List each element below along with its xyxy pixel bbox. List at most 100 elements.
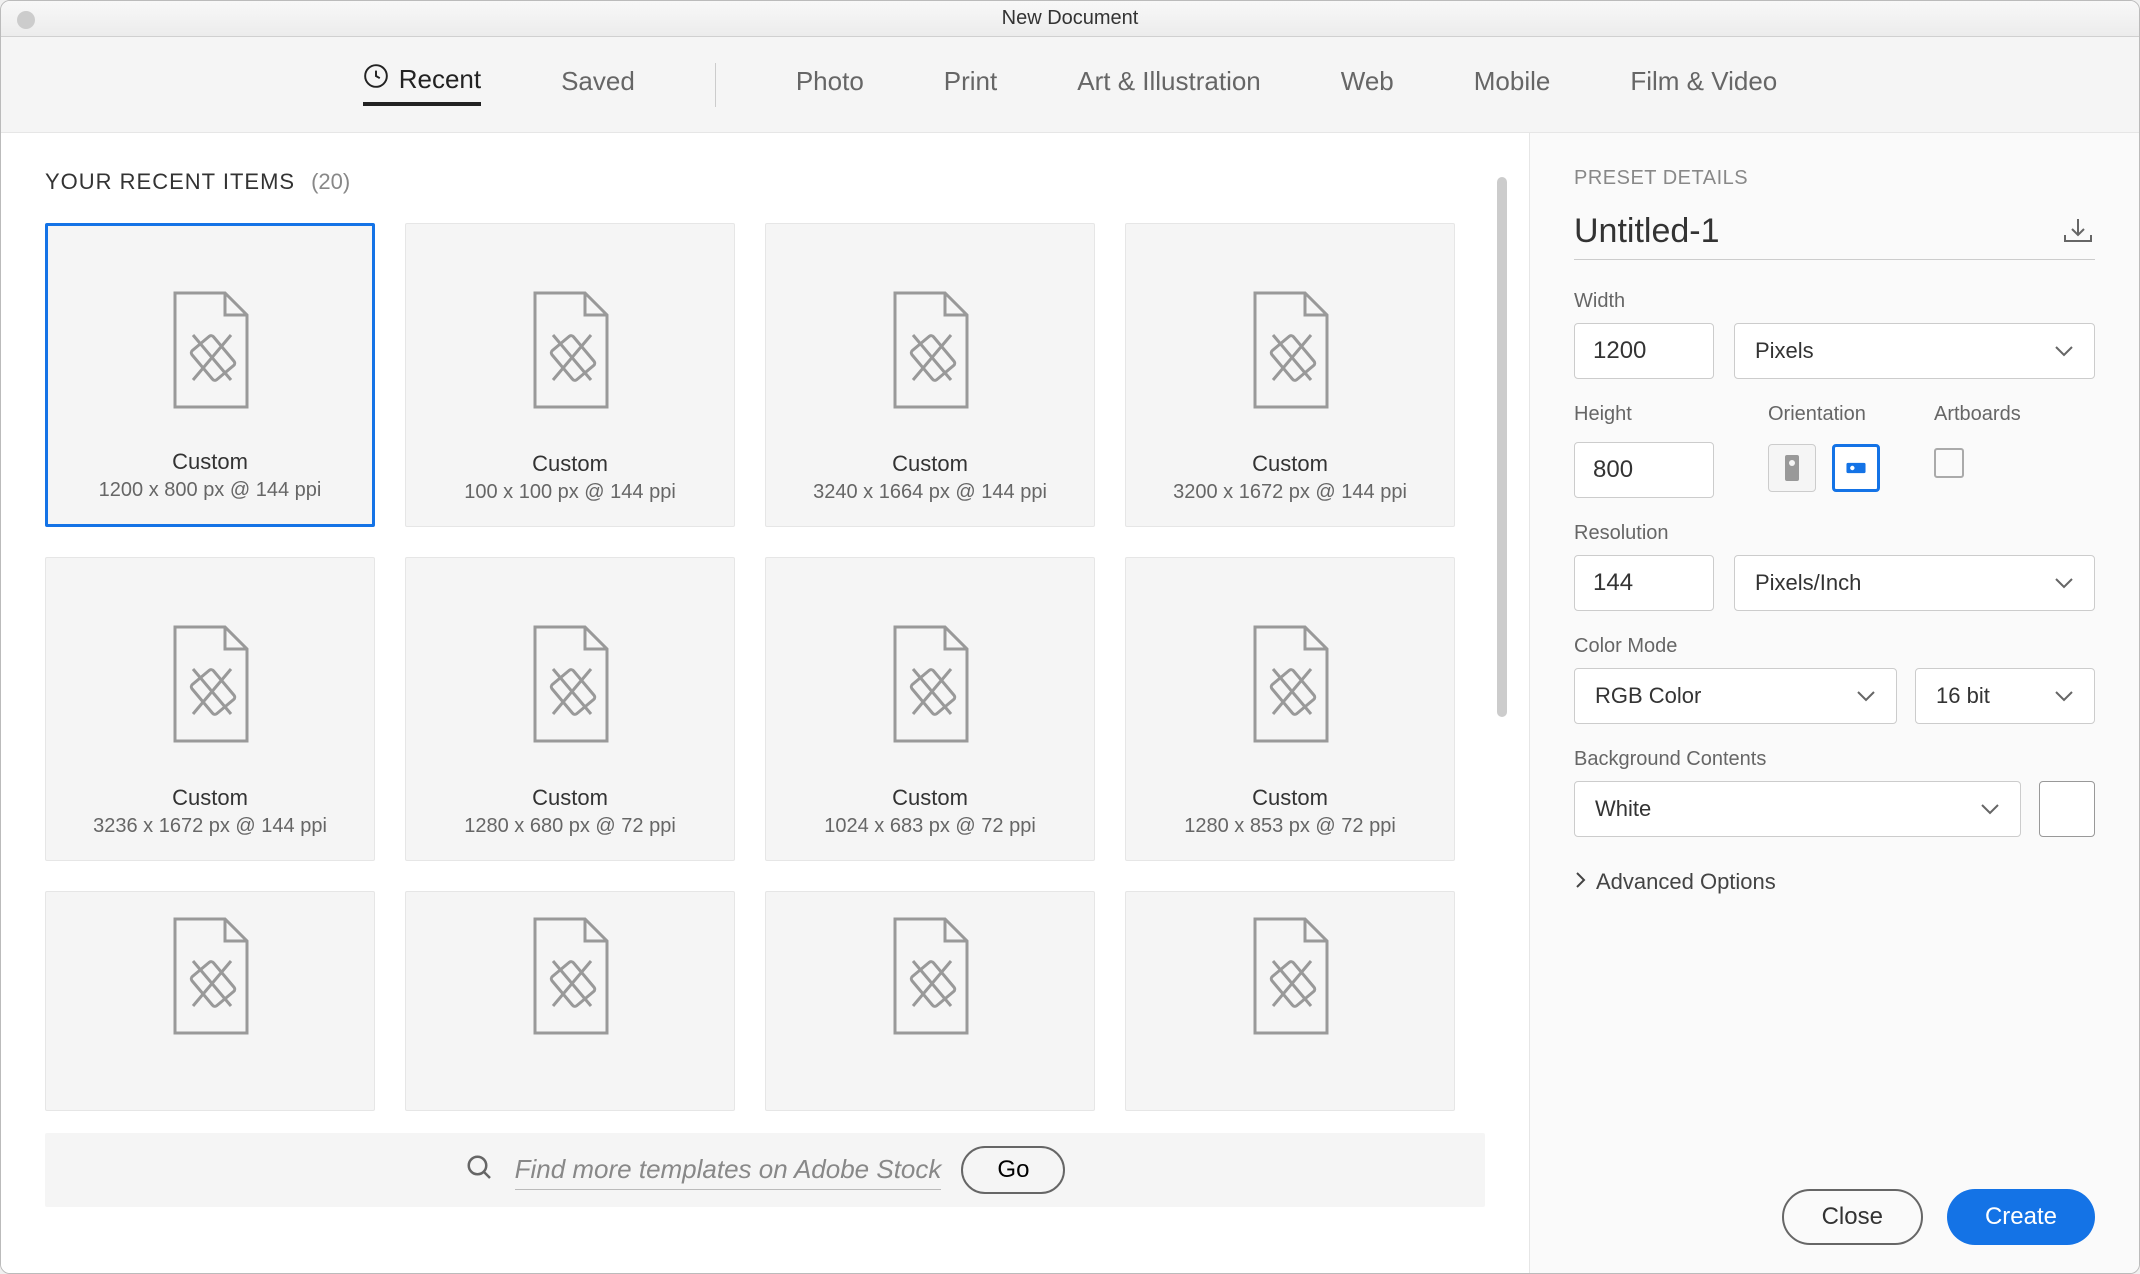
preset-tile[interactable]: Custom 3240 x 1664 px @ 144 ppi: [765, 223, 1095, 527]
preset-name: Custom: [766, 451, 1094, 477]
tab-saved[interactable]: Saved: [561, 66, 635, 103]
chevron-down-icon: [1980, 796, 2000, 822]
advanced-options-label: Advanced Options: [1596, 869, 1776, 895]
tab-print-label: Print: [944, 66, 997, 97]
preset-browser: YOUR RECENT ITEMS (20) Custom 1200 x 800…: [1, 133, 1529, 1273]
preset-grid: Custom 1200 x 800 px @ 144 ppi Custom 10…: [45, 223, 1485, 1111]
preset-tile[interactable]: Custom 3236 x 1672 px @ 144 ppi: [45, 557, 375, 861]
preset-name: Custom: [48, 449, 372, 475]
chevron-right-icon: [1574, 869, 1586, 895]
color-mode-label: Color Mode: [1574, 635, 2095, 658]
preset-tile[interactable]: Custom 100 x 100 px @ 144 ppi: [405, 223, 735, 527]
tab-art-illustration[interactable]: Art & Illustration: [1077, 66, 1261, 103]
color-mode-value: RGB Color: [1595, 683, 1701, 709]
tab-photo-label: Photo: [796, 66, 864, 97]
go-button[interactable]: Go: [961, 1146, 1065, 1194]
recent-items-count: (20): [311, 169, 350, 195]
tab-web[interactable]: Web: [1341, 66, 1394, 103]
preset-tile[interactable]: Custom 3200 x 1672 px @ 144 ppi: [1125, 223, 1455, 527]
preset-tile[interactable]: Custom: [765, 891, 1095, 1111]
document-icon: [515, 619, 625, 754]
window-controls[interactable]: [17, 11, 35, 29]
width-input[interactable]: 1200: [1574, 323, 1714, 379]
height-label: Height: [1574, 403, 1714, 426]
save-preset-icon[interactable]: [2061, 215, 2095, 248]
preset-tile[interactable]: Custom: [405, 891, 735, 1111]
color-mode-select[interactable]: RGB Color: [1574, 668, 1897, 724]
width-label: Width: [1574, 290, 2095, 313]
chevron-down-icon: [2054, 570, 2074, 596]
resolution-label: Resolution: [1574, 522, 2095, 545]
preset-tile[interactable]: Custom: [1125, 891, 1455, 1111]
category-tabs: Recent Saved Photo Print Art & Illustrat…: [1, 37, 2139, 133]
color-depth-select[interactable]: 16 bit: [1915, 668, 2095, 724]
document-icon: [155, 619, 265, 754]
resolution-input[interactable]: 144: [1574, 555, 1714, 611]
preset-tile[interactable]: Custom: [45, 891, 375, 1111]
tab-recent-label: Recent: [399, 64, 481, 95]
orientation-portrait-button[interactable]: [1768, 444, 1816, 492]
orientation-label: Orientation: [1768, 403, 1880, 426]
tab-filmvideo-label: Film & Video: [1630, 66, 1777, 97]
document-icon: [515, 285, 625, 420]
orientation-landscape-button[interactable]: [1832, 444, 1880, 492]
advanced-options-toggle[interactable]: Advanced Options: [1574, 869, 2095, 895]
tab-recent[interactable]: Recent: [363, 63, 481, 106]
search-icon: [465, 1153, 495, 1188]
new-document-window: New Document Recent Saved Photo Print Ar…: [0, 0, 2140, 1274]
recent-icon: [363, 63, 389, 96]
width-unit-select[interactable]: Pixels: [1734, 323, 2095, 379]
recent-items-title: YOUR RECENT ITEMS: [45, 169, 295, 195]
close-button[interactable]: Close: [1782, 1189, 1923, 1245]
background-color-swatch[interactable]: [2039, 781, 2095, 837]
preset-dimensions: 1280 x 853 px @ 72 ppi: [1126, 815, 1454, 838]
color-depth-value: 16 bit: [1936, 683, 1990, 709]
create-button[interactable]: Create: [1947, 1189, 2095, 1245]
height-input[interactable]: 800: [1574, 442, 1714, 498]
artboards-checkbox[interactable]: [1934, 448, 1964, 478]
preset-name: Custom: [766, 785, 1094, 811]
document-icon: [1235, 619, 1345, 754]
preset-name: Custom: [46, 785, 374, 811]
document-icon: [875, 619, 985, 754]
document-icon: [155, 911, 265, 1046]
chevron-down-icon: [1856, 683, 1876, 709]
document-icon: [1235, 911, 1345, 1046]
document-icon: [875, 285, 985, 420]
preset-tile[interactable]: Custom 1024 x 683 px @ 72 ppi: [765, 557, 1095, 861]
tab-print[interactable]: Print: [944, 66, 997, 103]
preset-dimensions: 3236 x 1672 px @ 144 ppi: [46, 815, 374, 838]
close-window-dot[interactable]: [17, 11, 35, 29]
chevron-down-icon: [2054, 683, 2074, 709]
stock-search-bar: Find more templates on Adobe Stock Go: [45, 1133, 1485, 1207]
tab-film-video[interactable]: Film & Video: [1630, 66, 1777, 103]
resolution-unit-select[interactable]: Pixels/Inch: [1734, 555, 2095, 611]
preset-name: Custom: [406, 451, 734, 477]
width-unit-value: Pixels: [1755, 338, 1814, 364]
background-contents-label: Background Contents: [1574, 748, 2095, 771]
preset-scrollbar[interactable]: [1497, 177, 1507, 717]
titlebar: New Document: [1, 1, 2139, 37]
preset-dimensions: 100 x 100 px @ 144 ppi: [406, 481, 734, 504]
tab-saved-label: Saved: [561, 66, 635, 97]
preset-name: Custom: [1126, 451, 1454, 477]
document-name-input[interactable]: Untitled-1: [1574, 212, 1720, 251]
preset-tile[interactable]: Custom 1280 x 853 px @ 72 ppi: [1125, 557, 1455, 861]
background-contents-select[interactable]: White: [1574, 781, 2021, 837]
document-icon: [1235, 285, 1345, 420]
preset-name: Custom: [406, 785, 734, 811]
document-icon: [875, 911, 985, 1046]
document-icon: [155, 285, 265, 420]
tab-photo[interactable]: Photo: [796, 66, 864, 103]
tab-web-label: Web: [1341, 66, 1394, 97]
preset-tile[interactable]: Custom 1200 x 800 px @ 144 ppi: [45, 223, 375, 527]
tab-separator: [715, 63, 716, 107]
tab-mobile[interactable]: Mobile: [1474, 66, 1551, 103]
artboards-label: Artboards: [1934, 403, 2021, 426]
preset-dimensions: 1200 x 800 px @ 144 ppi: [48, 479, 372, 502]
preset-dimensions: 1024 x 683 px @ 72 ppi: [766, 815, 1094, 838]
stock-search-input[interactable]: Find more templates on Adobe Stock: [515, 1150, 942, 1190]
tab-mobile-label: Mobile: [1474, 66, 1551, 97]
preset-tile[interactable]: Custom 1280 x 680 px @ 72 ppi: [405, 557, 735, 861]
background-contents-value: White: [1595, 796, 1651, 822]
